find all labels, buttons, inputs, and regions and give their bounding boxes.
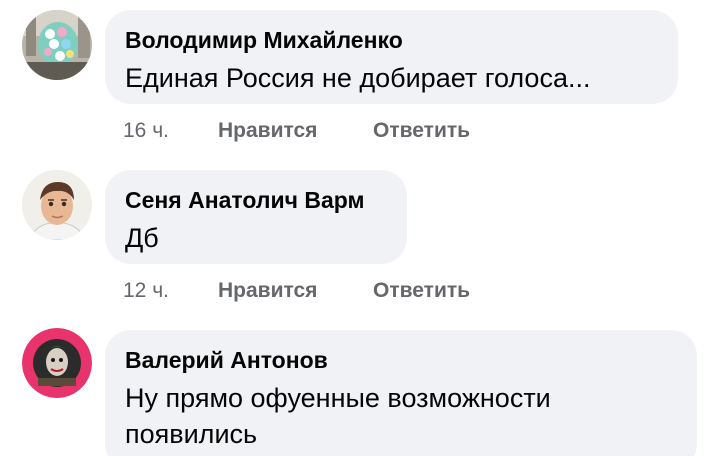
avatar-joker-icon <box>22 328 92 398</box>
comment-timestamp[interactable]: 12 ч. <box>123 278 169 304</box>
comment-author[interactable]: Сеня Анатолич Варм <box>125 186 387 214</box>
comment-timestamp[interactable]: 16 ч. <box>123 118 169 144</box>
comment-bubble: Володимир Михайленко Единая Россия не до… <box>105 10 678 104</box>
like-button[interactable]: Нравится <box>218 118 317 144</box>
comment-text: Ну прямо офуенные возможности появились <box>125 383 551 449</box>
avatar-balloons-icon <box>22 10 92 80</box>
reply-button[interactable]: Ответить <box>373 118 470 144</box>
avatar[interactable] <box>22 170 92 240</box>
like-button[interactable]: Нравится <box>218 278 317 304</box>
comment-text: Дб <box>125 223 159 253</box>
comment-author[interactable]: Володимир Михайленко <box>125 26 658 54</box>
comment-text: Единая Россия не добирает голоса... <box>125 63 591 93</box>
comment-bubble: Сеня Анатолич Варм Дб <box>105 170 407 264</box>
avatar[interactable] <box>22 328 92 398</box>
comment-bubble: Валерий Антонов Ну прямо офуенные возмож… <box>105 330 697 456</box>
reply-button[interactable]: Ответить <box>373 278 470 304</box>
comment-author[interactable]: Валерий Антонов <box>125 346 677 374</box>
comment-thread: Володимир Михайленко Единая Россия не до… <box>0 0 720 456</box>
avatar[interactable] <box>22 10 92 80</box>
avatar-cartoon-man-icon <box>22 170 92 240</box>
